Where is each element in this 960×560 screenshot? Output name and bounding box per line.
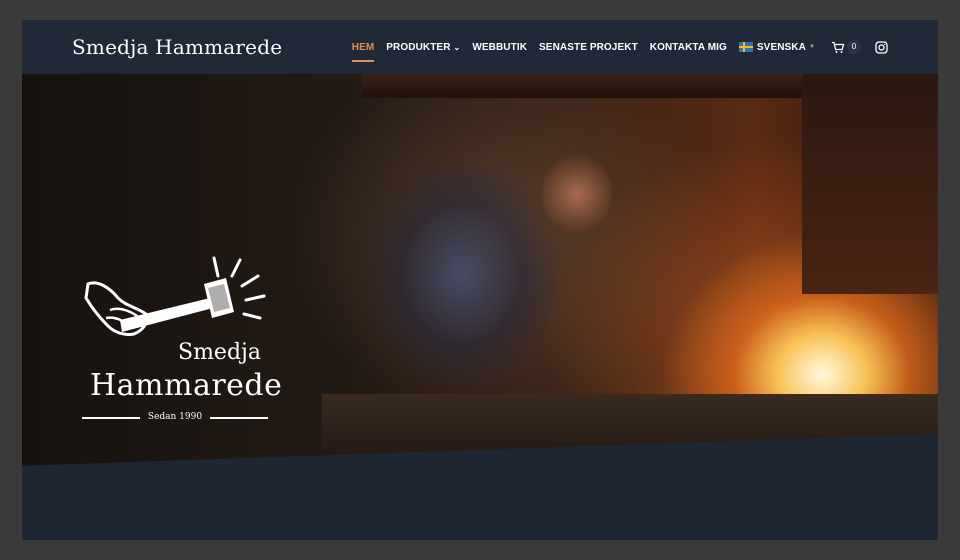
nav-item-label: HEM [351, 41, 375, 53]
browser-page: Smedja Hammarede HEM PRODUKTER ⌄ WEBBUTI… [22, 20, 938, 540]
nav-item-kontakta-mig[interactable]: KONTAKTA MIG [650, 20, 727, 74]
content-area [22, 484, 938, 540]
instagram-icon [875, 40, 888, 54]
nav-item-produkter[interactable]: PRODUKTER ⌄ [386, 20, 460, 74]
nav-item-label: KONTAKTA MIG [649, 41, 727, 53]
hero-slanted-edge [22, 424, 938, 484]
logo-word-smedja: Smedja [178, 340, 261, 365]
caret-down-icon: ▼ [808, 44, 815, 50]
nav-item-senaste-projekt[interactable]: SENASTE PROJEKT [539, 20, 638, 74]
nav-item-hem[interactable]: HEM [351, 20, 375, 74]
hero-image-head [542, 154, 612, 234]
nav-item-label: PRODUKTER [386, 41, 451, 53]
hero-image-beam [362, 74, 842, 98]
main-navigation: HEM PRODUKTER ⌄ WEBBUTIK SENASTE PROJEKT… [340, 20, 888, 74]
language-switcher[interactable]: SVENSKA ▼ [738, 20, 815, 74]
logo-divider-right [210, 417, 268, 419]
hero-image-forge-hood [802, 74, 938, 294]
hero-banner: Smedja Hammarede Sedan 1990 [22, 74, 938, 484]
nav-item-label: WEBBUTIK [472, 41, 528, 53]
chevron-down-icon: ⌄ [453, 42, 461, 52]
language-label: SVENSKA [756, 41, 806, 53]
swedish-flag-icon [738, 42, 753, 52]
site-header: Smedja Hammarede HEM PRODUKTER ⌄ WEBBUTI… [22, 20, 938, 74]
cart-icon [832, 41, 845, 53]
hero-logo: Smedja Hammarede Sedan 1990 [80, 254, 282, 434]
hammer-hand-icon [84, 256, 266, 336]
cart-button[interactable]: 0 [831, 40, 861, 54]
nav-item-webbutik[interactable]: WEBBUTIK [472, 20, 527, 74]
logo-word-hammarede: Hammarede [90, 368, 283, 403]
hero-image-blacksmith [362, 164, 562, 384]
site-brand[interactable]: Smedja Hammarede [72, 35, 282, 59]
nav-item-label: SENASTE PROJEKT [539, 41, 638, 53]
cart-count-badge: 0 [847, 40, 861, 54]
instagram-link[interactable] [875, 40, 888, 54]
